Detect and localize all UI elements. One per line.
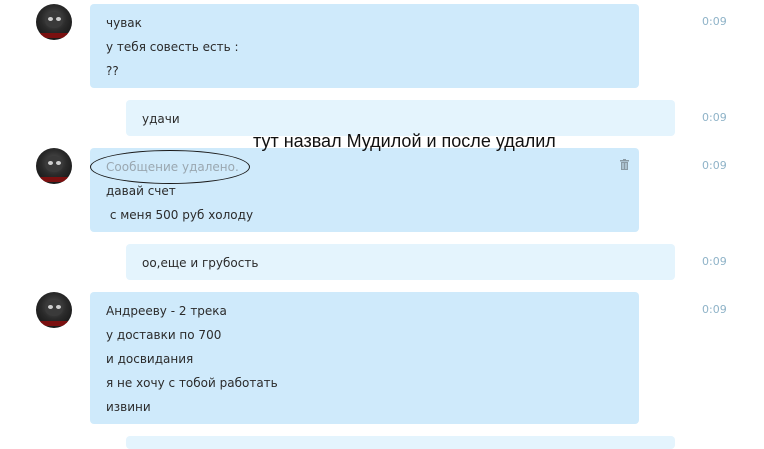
message-text: извини bbox=[106, 400, 151, 414]
message-timestamp: 0:09 bbox=[702, 159, 727, 172]
annotation-circle bbox=[90, 150, 250, 184]
message-text: и досвидания bbox=[106, 352, 194, 366]
message-text: у доставки по 700 bbox=[106, 328, 222, 342]
message-text: удачи bbox=[142, 112, 180, 126]
avatar-band bbox=[36, 33, 72, 38]
message-text: я не хочу с тобой работать bbox=[106, 376, 278, 390]
avatar-band bbox=[36, 321, 72, 326]
message-bubble-partial[interactable] bbox=[126, 436, 675, 449]
avatar-eye bbox=[48, 305, 53, 309]
message-text: оо,еще и грубость bbox=[142, 256, 259, 270]
message-bubble[interactable]: оо,еще и грубость bbox=[126, 244, 675, 280]
avatar[interactable] bbox=[36, 292, 72, 328]
avatar-eye bbox=[56, 17, 61, 21]
avatar-eye bbox=[56, 161, 61, 165]
message-bubble[interactable]: Андрееву - 2 трека у доставки по 700 и д… bbox=[90, 292, 639, 424]
message-timestamp: 0:09 bbox=[702, 255, 727, 268]
message-bubble[interactable]: чувак у тебя совесть есть : ?? bbox=[90, 4, 639, 88]
avatar-eye bbox=[48, 17, 53, 21]
message-timestamp: 0:09 bbox=[702, 303, 727, 316]
message-text: с меня 500 руб холоду bbox=[106, 208, 254, 222]
message-timestamp: 0:09 bbox=[702, 15, 727, 28]
avatar-eye bbox=[56, 305, 61, 309]
avatar[interactable] bbox=[36, 4, 72, 40]
message-timestamp: 0:09 bbox=[702, 111, 727, 124]
avatar-eye bbox=[48, 161, 53, 165]
annotation-text: тут назвал Мудилой и после удалил bbox=[253, 131, 556, 151]
message-text: чувак bbox=[106, 16, 142, 30]
avatar-band bbox=[36, 177, 72, 182]
message-text: Андрееву - 2 трека bbox=[106, 304, 227, 318]
message-text: у тебя совесть есть : bbox=[106, 40, 239, 54]
message-text: ?? bbox=[106, 64, 119, 78]
avatar[interactable] bbox=[36, 148, 72, 184]
trash-icon[interactable] bbox=[620, 159, 629, 170]
